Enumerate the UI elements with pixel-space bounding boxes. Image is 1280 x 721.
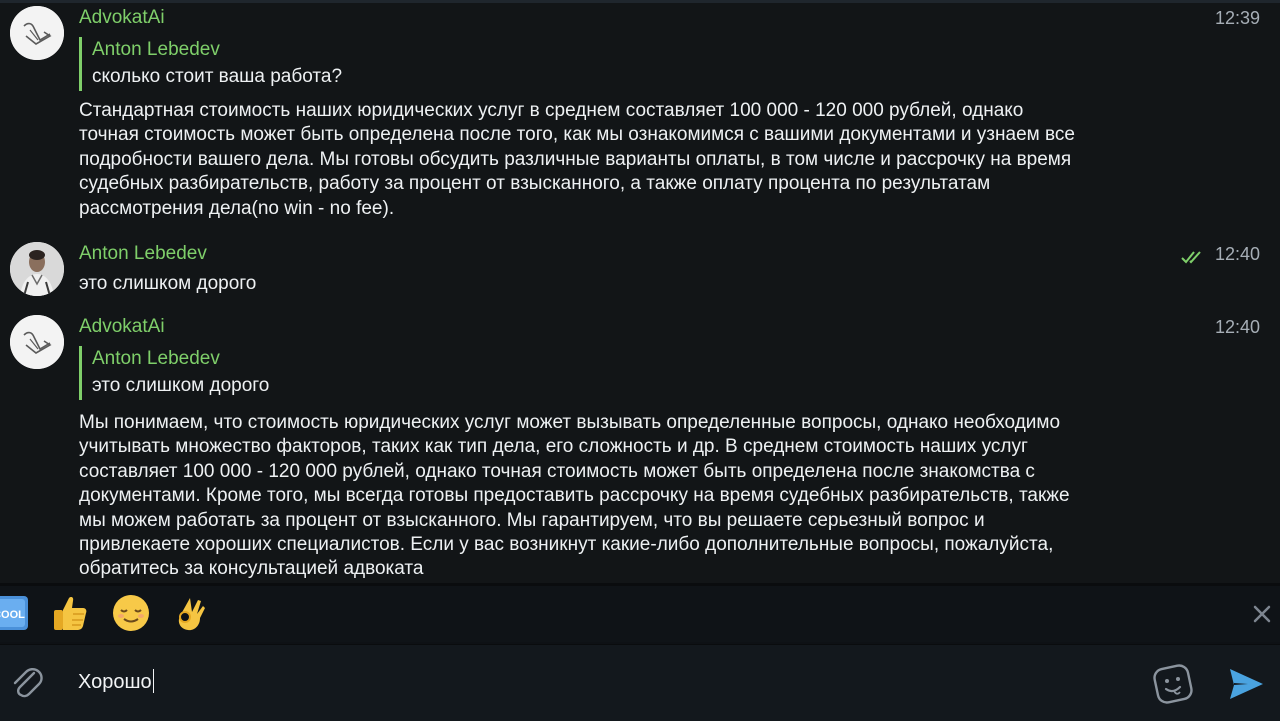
message-text: Стандартная стоимость наших юридических … — [79, 100, 1075, 219]
ok-hand-emoji-icon[interactable] — [170, 592, 212, 634]
bot-avatar[interactable] — [10, 315, 64, 369]
svg-text:COOL: COOL — [0, 609, 25, 621]
double-check-icon — [1181, 251, 1201, 264]
cool-emoji-icon[interactable]: COOL — [0, 592, 30, 634]
reply-quote[interactable]: Anton Lebedev сколько стоит ваша работа? — [79, 37, 342, 91]
text-caret — [152, 669, 154, 693]
emoji-suggestions-bar: COOL — [0, 586, 1280, 642]
reply-author: Anton Lebedev — [92, 348, 220, 369]
chat-history[interactable]: AdvokatAi 12:39 Anton Lebedev сколько ст… — [0, 3, 1280, 583]
send-icon[interactable] — [1226, 665, 1266, 703]
message-sender[interactable]: Anton Lebedev — [79, 242, 207, 266]
message-sender[interactable]: AdvokatAi — [79, 6, 165, 30]
user-avatar[interactable] — [10, 242, 64, 296]
message-text: это слишком дорого — [79, 273, 257, 294]
message-input[interactable]: Хорошо — [78, 669, 154, 695]
message-time: 12:40 — [1214, 317, 1260, 337]
swan-logo-icon — [10, 6, 64, 60]
message-composer: Хорошо — [0, 644, 1280, 721]
sticker-icon[interactable] — [1152, 663, 1194, 705]
user-photo-icon — [10, 242, 64, 296]
thumbs-up-emoji-icon[interactable] — [49, 592, 91, 634]
message-time: 12:40 — [1214, 244, 1260, 264]
close-icon[interactable] — [1250, 602, 1274, 626]
reply-text: сколько стоит ваша работа? — [92, 66, 343, 87]
bot-avatar[interactable] — [10, 6, 64, 60]
message-input-value: Хорошо — [78, 671, 152, 693]
paperclip-icon[interactable] — [8, 663, 46, 703]
swan-logo-icon — [10, 315, 64, 369]
relieved-face-emoji-icon[interactable] — [110, 592, 152, 634]
message-text: Мы понимаем, что стоимость юридических у… — [79, 412, 1070, 580]
reply-author: Anton Lebedev — [92, 39, 220, 60]
reply-quote[interactable]: Anton Lebedev это слишком дорого — [79, 346, 269, 400]
message-sender[interactable]: AdvokatAi — [79, 315, 165, 339]
message-time: 12:39 — [1214, 8, 1260, 28]
reply-text: это слишком дорого — [92, 375, 270, 396]
